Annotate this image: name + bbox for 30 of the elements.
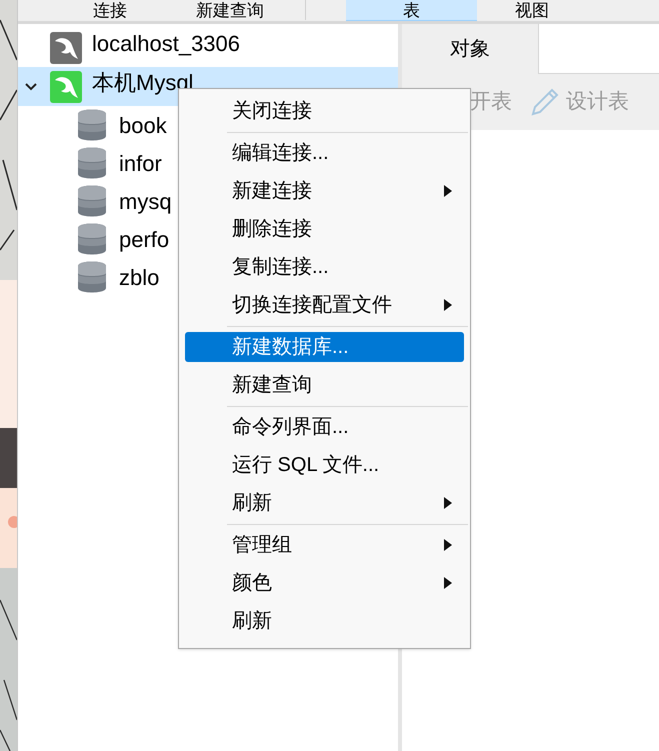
toolbar-tab[interactable]: 新建查询	[155, 0, 305, 21]
toolbar-tab[interactable]: 视图	[477, 0, 587, 21]
connection-name: localhost_3306	[92, 32, 240, 56]
menu-item[interactable]: 管理组	[185, 530, 464, 560]
toolbar-tab[interactable]: 表	[346, 0, 477, 21]
menu-item[interactable]: 刷新	[185, 488, 464, 518]
menu-item[interactable]: 命令列界面...	[185, 412, 464, 442]
menu-item[interactable]: 新建数据库...	[185, 332, 464, 362]
menu-item[interactable]: 复制连接...	[185, 252, 464, 282]
database-icon	[78, 185, 106, 217]
database-name[interactable]: mysq	[119, 184, 172, 218]
database-icon	[78, 261, 106, 293]
connection-row[interactable]: localhost_3306	[18, 28, 398, 67]
menu-item[interactable]: 刷新	[185, 606, 464, 636]
database-icon	[78, 109, 106, 141]
menu-item[interactable]: 删除连接	[185, 214, 464, 244]
database-name[interactable]: zblo	[119, 260, 160, 294]
menu-item[interactable]: 运行 SQL 文件...	[185, 450, 464, 480]
menu-item[interactable]: 新建连接	[185, 176, 464, 206]
menu-item[interactable]: 编辑连接...	[185, 138, 464, 168]
database-name[interactable]: book	[119, 108, 167, 142]
pencil-icon	[530, 87, 560, 117]
menu-item[interactable]: 新建查询	[185, 370, 464, 400]
menu-item[interactable]: 切换连接配置文件	[185, 290, 464, 320]
database-name[interactable]: infor	[119, 146, 162, 180]
database-name[interactable]: perfo	[119, 222, 170, 256]
database-icon	[78, 223, 106, 255]
menu-item[interactable]: 颜色	[185, 568, 464, 598]
database-icon	[78, 147, 106, 179]
toolbar-tab[interactable]: 连接	[65, 0, 155, 21]
